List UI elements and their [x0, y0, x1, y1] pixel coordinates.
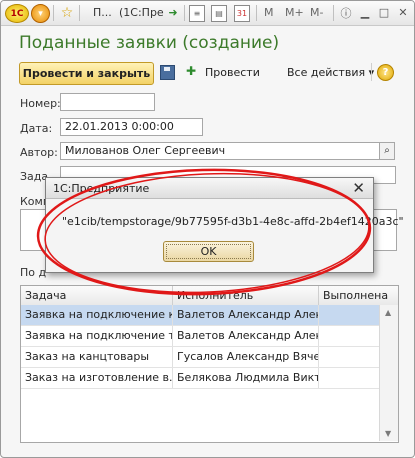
divider — [333, 5, 334, 21]
table-row[interactable]: Заявка на подключение к... Валетов Алекс… — [21, 305, 398, 326]
all-actions-menu[interactable]: Все действия ▾ — [287, 66, 374, 79]
help-icon[interactable]: ? — [377, 64, 394, 81]
table-header: Задача Исполнитель Выполнена — [21, 286, 398, 306]
table-row[interactable]: Заказ на изготовление в... Белякова Людм… — [21, 368, 398, 389]
number-label: Номер: — [20, 97, 61, 110]
scroll-up-icon[interactable]: ▲ — [385, 308, 391, 317]
memory-button[interactable]: M — [264, 6, 274, 19]
favorite-star-icon[interactable]: ☆ — [59, 4, 75, 21]
calendar-icon[interactable]: 31 — [234, 5, 250, 22]
search-icon[interactable]: ⌕ — [379, 142, 395, 160]
app-logo-icon[interactable]: 1С — [5, 4, 29, 23]
divider — [79, 5, 80, 21]
cell-done — [319, 347, 380, 367]
cell-executor: Белякова Людмила Викт... — [173, 368, 319, 388]
memory-minus-button[interactable]: M- — [310, 6, 323, 19]
scroll-down-icon[interactable]: ▼ — [385, 429, 391, 438]
cell-executor: Гусалов Александр Вячес... — [173, 347, 319, 367]
minimize-icon[interactable]: ▁ — [358, 4, 372, 21]
dialog-title-bar: 1С:Предприятие ✕ — [46, 178, 373, 199]
divider — [371, 63, 372, 81]
form-title: Поданные заявки (создание) — [19, 33, 280, 53]
cell-executor: Валетов Александр Алек... — [173, 326, 319, 346]
print-icon[interactable]: ▤ — [211, 5, 227, 22]
back-arrow-icon[interactable]: ➜ — [165, 4, 181, 21]
close-icon[interactable]: ✕ — [396, 4, 410, 21]
table-scrollbar[interactable]: ▲ ▼ — [379, 305, 398, 441]
table-row[interactable]: Заявка на подключение т... Валетов Алекс… — [21, 326, 398, 347]
divider — [184, 5, 185, 21]
save-icon[interactable] — [160, 65, 175, 80]
divider — [53, 5, 54, 21]
memory-plus-button[interactable]: M+ — [285, 6, 304, 19]
column-header-done[interactable]: Выполнена — [319, 286, 398, 305]
ok-button[interactable]: OK — [163, 241, 254, 262]
divider — [256, 5, 257, 21]
cell-task: Заказ на изготовление в... — [21, 368, 173, 388]
message-dialog: 1С:Предприятие ✕ "e1cib/tempstorage/9b77… — [45, 177, 404, 273]
info-icon[interactable]: ⓘ — [339, 4, 353, 21]
author-field[interactable]: Милованов Олег Сергеевич — [60, 142, 380, 160]
post-button[interactable]: Провести — [205, 66, 260, 79]
app-window: 1С ▾ ☆ П... (1С:Пре ➜ ≡ ▤ 31 M M+ M- ⓘ ▁… — [0, 0, 415, 458]
cell-done — [319, 326, 380, 346]
post-document-icon[interactable]: ✚ — [186, 64, 200, 79]
document-icon[interactable]: ≡ — [189, 5, 205, 22]
cell-done — [319, 368, 380, 388]
cell-task: Заявка на подключение т... — [21, 326, 173, 346]
dialog-close-icon[interactable]: ✕ — [352, 179, 365, 197]
task-label: Зада — [20, 170, 49, 183]
date-label: Дата: — [20, 122, 53, 135]
cell-executor: Валетов Александр Алек... — [173, 305, 319, 325]
dialog-message: "e1cib/tempstorage/9b77595f-d3b1-4e8c-af… — [62, 215, 404, 228]
window-title-short: П... — [93, 6, 112, 19]
dialog-title: 1С:Предприятие — [53, 182, 150, 195]
tasks-section-label: По д — [20, 266, 47, 279]
date-field[interactable]: 22.01.2013 0:00:00 — [60, 118, 203, 136]
window-title-app: (1С:Пре — [119, 6, 164, 19]
post-and-close-button[interactable]: Провести и закрыть — [19, 62, 154, 85]
main-menu-icon[interactable]: ▾ — [31, 4, 50, 23]
column-header-executor[interactable]: Исполнитель — [173, 286, 319, 305]
author-label: Автор: — [20, 146, 58, 159]
cell-task: Заявка на подключение к... — [21, 305, 173, 325]
number-field[interactable] — [60, 93, 155, 111]
tasks-table[interactable]: Задача Исполнитель Выполнена Заявка на п… — [20, 285, 399, 443]
cell-done — [319, 305, 380, 325]
maximize-icon[interactable]: □ — [377, 4, 391, 21]
table-row[interactable]: Заказ на канцтовары Гусалов Александр Вя… — [21, 347, 398, 368]
column-header-task[interactable]: Задача — [21, 286, 173, 305]
cell-task: Заказ на канцтовары — [21, 347, 173, 367]
title-bar: 1С ▾ ☆ П... (1С:Пре ➜ ≡ ▤ 31 M M+ M- ⓘ ▁… — [1, 1, 414, 26]
